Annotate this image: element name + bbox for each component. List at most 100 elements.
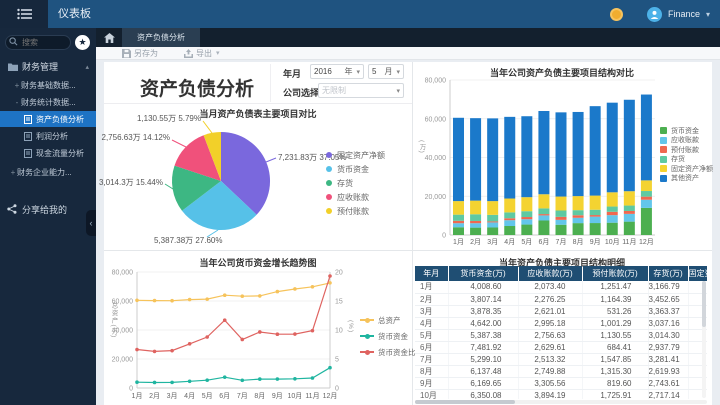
svg-text:0: 0: [442, 233, 446, 240]
table-header-cell: 年月: [415, 266, 449, 281]
table-cell-value: 4,642.00: [448, 317, 519, 330]
table-row: 8月 6,137.48 2,749.88 1,315.30 2,619.93: [415, 365, 707, 378]
svg-text:80,000: 80,000: [112, 270, 134, 277]
user-name[interactable]: Finance: [668, 9, 700, 19]
svg-text:5月: 5月: [521, 238, 532, 246]
table-cell-month: 3月: [415, 305, 449, 318]
home-button[interactable]: [96, 28, 122, 47]
table-cell-month: 10月: [415, 389, 449, 399]
table-header-cell: 应收账款(万): [518, 266, 583, 281]
table-cell-value: 2,743.61: [648, 377, 689, 390]
company-filter-label: 公司选择: [283, 88, 320, 98]
svg-text:2月: 2月: [470, 238, 481, 246]
sidebar-item-cashflow-analysis[interactable]: 现金流量分析: [0, 145, 96, 161]
tab-balance-sheet-analysis[interactable]: 资产负债分析: [122, 28, 200, 47]
table-row: 7月 5,299.10 2,513.32 1,547.85 3,281.41: [415, 353, 707, 366]
legend-item[interactable]: 货币资金: [360, 328, 416, 344]
legend-item[interactable]: 预付账款: [660, 145, 713, 155]
table-cell-value: 2,276.25: [518, 293, 583, 306]
svg-text:20,000: 20,000: [112, 357, 134, 364]
favorites-button[interactable]: ★: [75, 34, 90, 50]
legend-item[interactable]: 存货: [326, 176, 385, 190]
table-cell-value: 2,749.88: [518, 365, 583, 378]
legend-item[interactable]: 其他资产: [660, 174, 713, 184]
table-cell-value: 2,619.93: [648, 365, 689, 378]
toolbar: 另存为 导出 ▾: [96, 47, 720, 60]
sidebar-item-finance-basic-data[interactable]: + 财务基础数据...: [0, 77, 96, 93]
svg-text:5月: 5月: [202, 392, 213, 400]
scrollbar-thumb[interactable]: [702, 281, 706, 327]
save-as-button[interactable]: 另存为: [122, 48, 158, 59]
legend-item[interactable]: 预付账款: [326, 204, 385, 218]
user-avatar[interactable]: [646, 6, 662, 22]
pie-legend: 固定资产净额 货币资金 存货 应收账款 预付账款: [326, 148, 385, 218]
table-cell-month: 7月: [415, 353, 449, 366]
legend-item[interactable]: 存货: [660, 155, 713, 165]
svg-text:4月: 4月: [184, 392, 195, 400]
table-cell-value: 3,452.65: [648, 293, 689, 306]
table-header-cell: 货币资金(万): [448, 266, 519, 281]
svg-text:11月: 11月: [622, 238, 636, 246]
table-cell-value: 7,481.92: [448, 341, 519, 354]
table-cell-month: 2月: [415, 293, 449, 306]
folder-icon: [8, 63, 18, 71]
sidebar-item-balance-sheet-analysis[interactable]: 资产负债分析: [0, 111, 96, 127]
company-select[interactable]: 无限制 ▾: [318, 83, 404, 98]
svg-text:4月: 4月: [504, 238, 515, 246]
table-cell-value: 684.41: [582, 341, 649, 354]
table-row: 4月 4,642.00 2,995.18 1,001.29 3,037.16: [415, 317, 707, 330]
legend-item[interactable]: 应收账款: [660, 136, 713, 146]
legend-item[interactable]: 货币资金比: [360, 344, 416, 360]
month-select[interactable]: 5 月 ▾: [368, 64, 404, 79]
legend-item[interactable]: 应收账款: [326, 190, 385, 204]
export-button[interactable]: 导出 ▾: [184, 48, 220, 59]
sidebar-item-profit-analysis[interactable]: 利润分析: [0, 128, 96, 144]
bar-legend: 货币资金 应收账款 预付账款 存货 固定资产净额 其他资产: [660, 126, 713, 183]
menu-button[interactable]: [0, 0, 48, 28]
table-cell-month: 5月: [415, 329, 449, 342]
table-cell-value: 1,164.39: [582, 293, 649, 306]
svg-text:10月: 10月: [288, 392, 303, 400]
table-cell-value: 3,281.41: [648, 353, 689, 366]
table-cell-value: 819.60: [582, 377, 649, 390]
table-cell-value: 5,299.10: [448, 353, 519, 366]
chevron-down-icon[interactable]: ▾: [706, 10, 710, 19]
table-cell-value: 1,315.30: [582, 365, 649, 378]
sidebar-item-shared-with-me[interactable]: 分享给我的: [0, 200, 96, 218]
legend-item[interactable]: 固定资产净额: [660, 164, 713, 174]
report-icon: [24, 131, 32, 141]
sidebar-collapse-button[interactable]: ‹: [86, 210, 96, 236]
svg-text:20: 20: [335, 270, 343, 277]
chevron-up-icon[interactable]: ▴: [85, 63, 89, 71]
svg-text:12月: 12月: [323, 392, 338, 400]
legend-item[interactable]: 货币资金: [660, 126, 713, 136]
svg-text:6月: 6月: [219, 392, 230, 400]
table-cell-month: 1月: [415, 281, 449, 294]
svg-text:40,000: 40,000: [425, 155, 447, 162]
table-row: 9月 6,169.65 3,305.56 819.60 2,743.61: [415, 377, 707, 390]
sidebar-item-finance-statistics-data[interactable]: - 财务统计数据...: [0, 94, 96, 110]
sidebar-root-finance-management[interactable]: 财务管理 ▴: [0, 58, 96, 75]
line-legend: 总资产 货币资金 货币资金比: [360, 312, 416, 360]
chevron-down-icon[interactable]: ▾: [216, 49, 220, 57]
legend-item[interactable]: 固定资产净额: [326, 148, 385, 162]
chevron-down-icon: ▾: [396, 68, 400, 76]
year-select[interactable]: 2016 年 ▾: [310, 64, 364, 79]
notification-icon[interactable]: [609, 7, 623, 21]
svg-text:60,000: 60,000: [425, 116, 447, 123]
table-header-cell: 固定资产净额(万): [688, 266, 707, 281]
table-cell-value: 2,937.79: [648, 341, 689, 354]
home-icon: [103, 32, 115, 43]
tab-bar: 资产负债分析: [96, 28, 720, 47]
sidebar-item-finance-capability[interactable]: + 财务企业能力...: [0, 164, 96, 180]
scrollbar-thumb[interactable]: [415, 400, 515, 404]
table-horizontal-scrollbar: [415, 400, 707, 404]
table-cell-value: 1,130.55: [582, 329, 649, 342]
table-cell-value: 1,001.29: [582, 317, 649, 330]
svg-text:0: 0: [335, 386, 339, 393]
table-header-cell: 预付账款(万): [582, 266, 649, 281]
table-cell-value: 2,513.32: [518, 353, 583, 366]
legend-item[interactable]: 总资产: [360, 312, 416, 328]
svg-text:8月: 8月: [573, 238, 584, 246]
legend-item[interactable]: 货币资金: [326, 162, 385, 176]
